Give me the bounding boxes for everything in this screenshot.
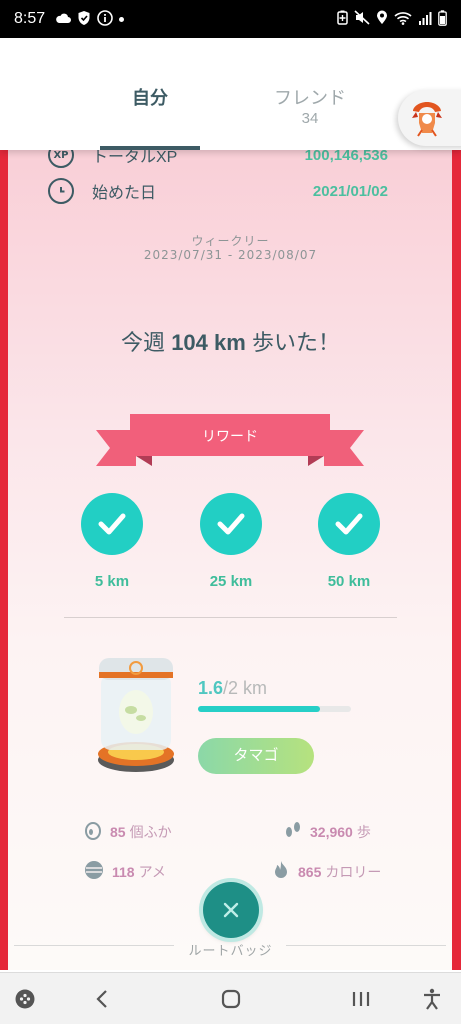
signal-icon xyxy=(418,11,432,28)
eggs-hatched-value: 85 xyxy=(110,823,126,840)
incubator-progress-total: /2 km xyxy=(223,678,268,698)
reward-title: リワード xyxy=(202,428,258,444)
milestone-25km-label: 25 km xyxy=(209,573,253,590)
weekly-label: ウィークリー xyxy=(191,234,270,248)
journal-panel[interactable] xyxy=(0,150,461,970)
walked-distance: 104 km xyxy=(171,330,246,355)
battery-icon xyxy=(438,9,447,29)
mute-icon xyxy=(354,10,370,28)
status-bar: 8:57 xyxy=(0,0,461,38)
recents-icon xyxy=(352,992,370,1006)
eggs-hatched-unit: 個ふか xyxy=(129,823,172,840)
walked-prefix: 今週 xyxy=(121,330,166,355)
home-icon xyxy=(221,989,241,1009)
game-launcher-button[interactable] xyxy=(13,987,37,1011)
milestone-25km-check-icon xyxy=(200,493,262,555)
back-icon xyxy=(96,990,107,1008)
weekly-distance-heading: 今週 104 km 歩いた！ xyxy=(0,325,461,357)
wifi-icon xyxy=(394,11,412,28)
accessibility-icon xyxy=(424,988,440,1010)
milestone-50km-check-icon xyxy=(318,493,380,555)
candy-icon xyxy=(84,860,104,883)
section-divider xyxy=(64,617,397,618)
steps-unit: 歩 xyxy=(356,823,371,840)
panel-border-right xyxy=(452,150,461,970)
team-badge-button[interactable] xyxy=(398,90,461,146)
milestone-5km-label: 5 km xyxy=(94,573,130,590)
clock-icon xyxy=(48,178,74,204)
stat-steps: 32,960 歩 xyxy=(284,820,371,843)
status-left-icons xyxy=(55,9,125,29)
milestone-5km-check-icon xyxy=(81,493,143,555)
milestone-50km-label: 50 km xyxy=(327,573,371,590)
candy-value: 118 xyxy=(112,863,135,880)
egg-icon xyxy=(84,820,102,843)
tab-friends[interactable]: フレンド xyxy=(260,84,360,110)
route-badge-label: ルートバッジ xyxy=(188,944,273,959)
incubator-progress-text: 1.6/2 km xyxy=(198,678,267,699)
close-button[interactable] xyxy=(203,882,259,938)
info-icon xyxy=(97,9,113,29)
flame-icon xyxy=(272,860,290,883)
stat-calories: 865 カロリー xyxy=(272,860,381,883)
team-valor-icon xyxy=(412,102,442,137)
friend-count: 34 xyxy=(301,110,319,127)
game-launcher-icon xyxy=(15,989,35,1009)
status-time: 8:57 xyxy=(14,10,46,27)
system-nav-bar xyxy=(0,972,461,1024)
battery-saver-icon xyxy=(337,10,348,28)
start-date-label: 始めた日 xyxy=(92,185,157,202)
recents-button[interactable] xyxy=(349,987,373,1011)
panel-border-left xyxy=(0,150,8,970)
walked-suffix: 歩いた！ xyxy=(251,330,340,355)
notification-dot-icon xyxy=(119,16,125,22)
egg-button[interactable]: タマゴ xyxy=(198,738,314,774)
footsteps-icon xyxy=(284,820,302,843)
accessibility-button[interactable] xyxy=(420,987,444,1011)
calories-unit: カロリー xyxy=(325,863,382,880)
tab-self-underline xyxy=(100,146,200,150)
location-icon xyxy=(376,10,388,28)
incubator-progress-current: 1.6 xyxy=(198,678,224,698)
home-button[interactable] xyxy=(219,987,243,1011)
weekly-range: 2023/07/31 - 2023/08/07 xyxy=(143,248,318,262)
close-icon xyxy=(223,902,239,918)
cloud-icon xyxy=(55,12,72,27)
tab-self[interactable]: 自分 xyxy=(100,84,200,110)
stat-eggs-hatched: 85 個ふか xyxy=(84,820,172,843)
status-right-icons xyxy=(337,9,447,29)
incubator-icon[interactable] xyxy=(93,650,179,776)
candy-unit: アメ xyxy=(138,863,166,880)
stat-candy: 118 アメ xyxy=(84,860,166,883)
incubator-progress-fill xyxy=(198,706,320,712)
shield-icon xyxy=(77,10,91,29)
calories-value: 865 xyxy=(298,863,322,880)
steps-value: 32,960 xyxy=(310,823,353,840)
back-button[interactable] xyxy=(90,987,114,1011)
tabs-header: 自分 フレンド 34 xyxy=(0,38,461,150)
start-date-value: 2021/01/02 xyxy=(312,182,388,200)
stat-row-start-date: 始めた日 2021/01/02 xyxy=(48,176,388,206)
